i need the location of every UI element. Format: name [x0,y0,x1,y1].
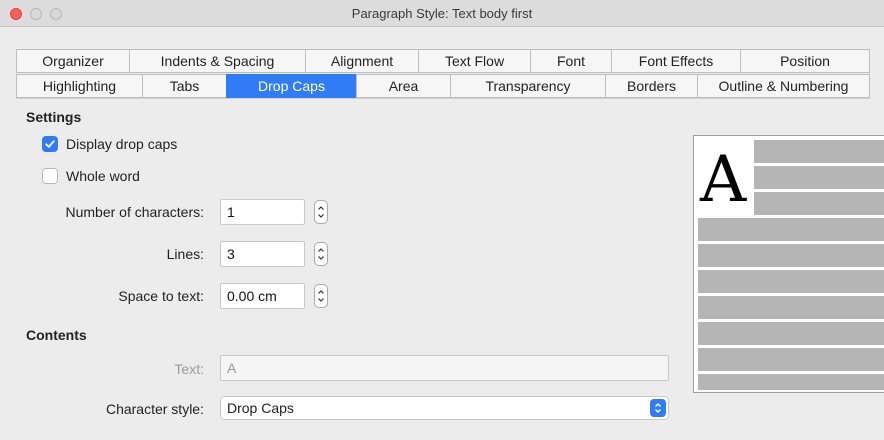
tab-position[interactable]: Position [740,49,870,73]
text-field[interactable]: A [220,355,669,381]
preview-drop-cap-letter: A [700,143,747,217]
preview-line [698,244,884,267]
whole-word-checkbox[interactable] [42,168,58,184]
tab-alignment[interactable]: Alignment [305,49,418,73]
preview-line [754,140,884,163]
space-to-text-field[interactable]: 0.00 cm [220,283,305,309]
preview-line [698,348,884,371]
whole-word-label: Whole word [66,168,140,184]
lines-field[interactable]: 3 [220,241,305,267]
number-of-characters-label: Number of characters: [65,204,205,220]
lines-stepper[interactable] [314,242,328,266]
title-bar: Paragraph Style: Text body first [0,0,884,27]
character-style-select[interactable]: Drop Caps [220,396,669,420]
tab-organizer[interactable]: Organizer [16,49,129,73]
preview-line [698,270,884,293]
up-down-arrows-icon [318,206,324,218]
tab-indents-spacing[interactable]: Indents & Spacing [129,49,305,73]
display-drop-caps-label: Display drop caps [66,136,178,152]
lines-label: Lines: [166,246,204,262]
chevron-up-down-icon[interactable] [650,399,666,417]
preview-line [754,166,884,189]
text-label: Text: [174,361,204,377]
drop-caps-preview: A [693,135,884,393]
preview-line [698,296,884,319]
number-of-characters-stepper[interactable] [314,200,328,224]
contents-heading: Contents [26,327,87,343]
settings-heading: Settings [26,109,82,125]
up-down-arrows-icon [318,290,324,302]
tab-area[interactable]: Area [356,74,450,98]
preview-line [698,218,884,241]
tab-borders[interactable]: Borders [605,74,697,98]
character-style-value: Drop Caps [227,400,294,416]
number-of-characters-field[interactable]: 1 [220,199,305,225]
drop-caps-panel: Settings Display drop caps Whole word Nu… [16,98,884,440]
tab-font[interactable]: Font [530,49,611,73]
preview-line [698,374,884,390]
preview-line [698,322,884,345]
tab-font-effects[interactable]: Font Effects [611,49,740,73]
tab-outline-numbering[interactable]: Outline & Numbering [697,74,870,98]
tab-row-1: Organizer Indents & Spacing Alignment Te… [16,49,870,73]
character-style-label: Character style: [105,401,204,417]
tab-transparency[interactable]: Transparency [450,74,605,98]
tab-drop-caps[interactable]: Drop Caps [226,74,356,98]
tab-text-flow[interactable]: Text Flow [418,49,530,73]
window-title: Paragraph Style: Text body first [351,6,533,21]
dialog-window: Paragraph Style: Text body first Organiz… [0,0,884,440]
tab-row-2: Highlighting Tabs Drop Caps Area Transpa… [16,74,870,98]
space-to-text-label: Space to text: [118,288,204,304]
display-drop-caps-row[interactable]: Display drop caps [42,136,177,152]
checkmark-icon [45,140,55,148]
tab-tabs[interactable]: Tabs [142,74,226,98]
preview-line [754,192,884,215]
display-drop-caps-checkbox[interactable] [42,136,58,152]
up-down-arrows-icon [318,248,324,260]
space-to-text-stepper[interactable] [314,284,328,308]
whole-word-row[interactable]: Whole word [42,168,140,184]
tab-highlighting[interactable]: Highlighting [16,74,142,98]
